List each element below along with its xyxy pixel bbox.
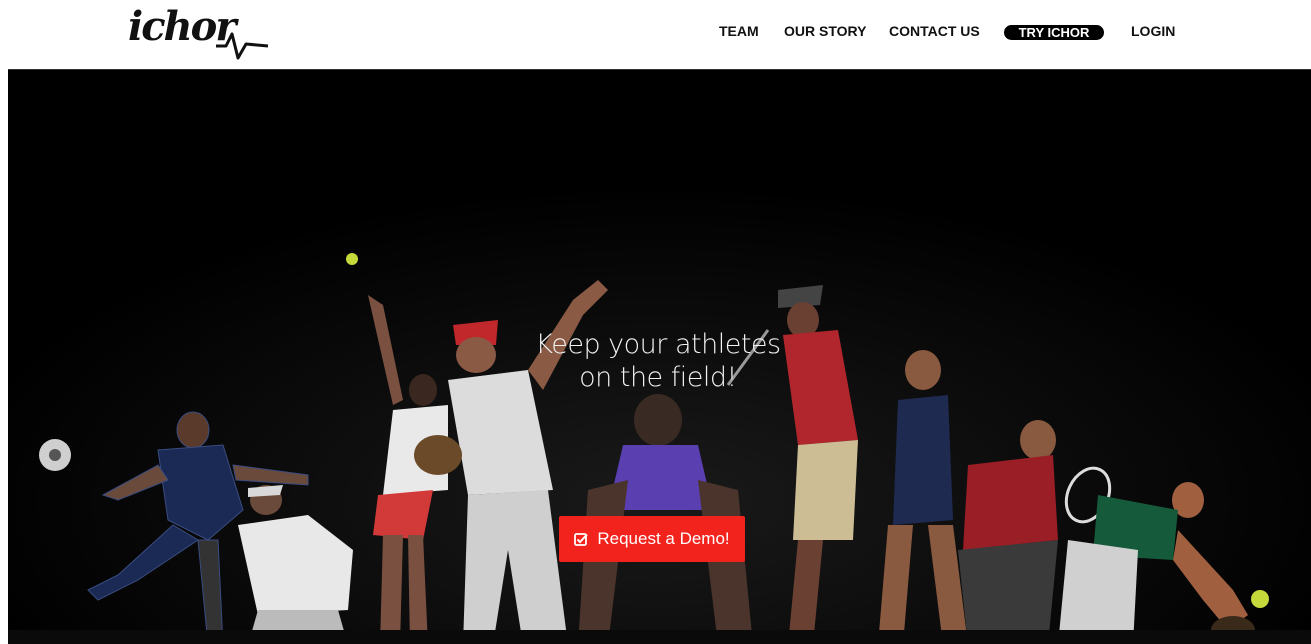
headline-line-1: Keep your athletes bbox=[535, 329, 781, 360]
nav-contact-us[interactable]: CONTACT US bbox=[889, 22, 980, 40]
page: ichor TEAM OUR STORY CONTACT US LOGIN TR… bbox=[0, 0, 1311, 644]
check-square-icon bbox=[574, 533, 589, 546]
request-demo-button[interactable]: Request a Demo! bbox=[559, 516, 745, 562]
nav-try-ichor-button[interactable]: TRY ICHOR bbox=[1004, 25, 1104, 40]
nav-our-story[interactable]: OUR STORY bbox=[784, 22, 866, 40]
headline-line-2: on the field! bbox=[579, 362, 737, 393]
ichor-logo[interactable]: ichor bbox=[128, 6, 273, 62]
hero-section: Keep your athletes on the field! Request… bbox=[8, 69, 1311, 644]
request-demo-label: Request a Demo! bbox=[597, 529, 730, 548]
hero-headline: Keep your athletes on the field! bbox=[500, 328, 816, 394]
site-header: ichor TEAM OUR STORY CONTACT US LOGIN TR… bbox=[0, 0, 1311, 69]
nav-team[interactable]: TEAM bbox=[719, 22, 759, 40]
logo-pulse-icon bbox=[216, 32, 269, 60]
nav-login[interactable]: LOGIN bbox=[1131, 22, 1175, 40]
